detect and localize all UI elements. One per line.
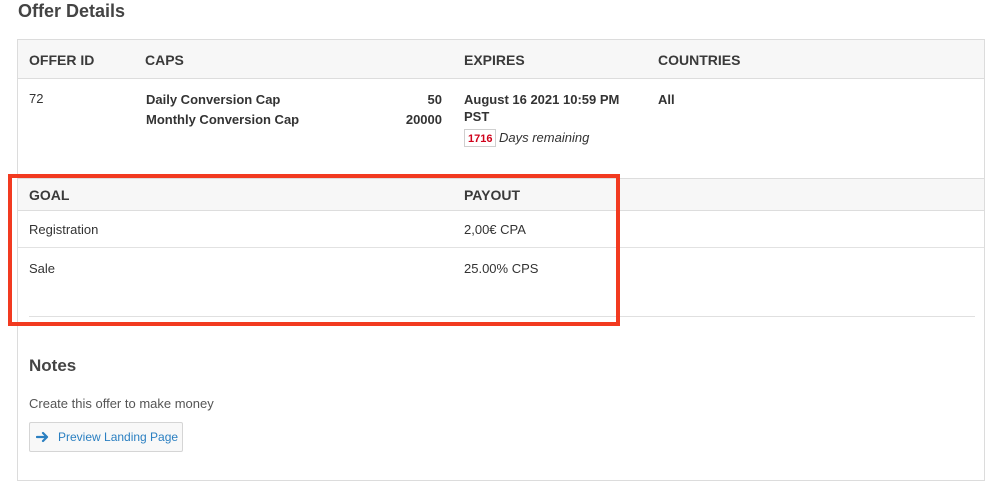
countries-value: All	[658, 92, 675, 107]
preview-landing-page-label: Preview Landing Page	[58, 430, 179, 444]
section-divider	[29, 316, 975, 317]
daily-cap-value: 50	[427, 92, 442, 107]
expires-timezone: PST	[464, 109, 490, 124]
offer-id-value: 72	[29, 91, 44, 106]
notes-title: Notes	[29, 356, 77, 375]
column-header-payout: PAYOUT	[464, 187, 521, 203]
payout-registration: 2,00€ CPA	[464, 222, 526, 237]
daily-cap-label: Daily Conversion Cap	[146, 92, 281, 107]
goal-registration: Registration	[29, 222, 99, 237]
days-remaining-label: Days remaining	[499, 130, 590, 145]
column-header-caps: CAPS	[145, 52, 184, 68]
monthly-cap-label: Monthly Conversion Cap	[146, 112, 300, 127]
offer-details-panel: OFFER ID CAPS EXPIRES COUNTRIES 72 Daily…	[17, 39, 985, 481]
column-header-countries: COUNTRIES	[658, 52, 741, 68]
payout-sale: 25.00% CPS	[464, 261, 539, 276]
payout-table-header: GOAL PAYOUT	[18, 178, 984, 211]
row-separator	[18, 247, 984, 248]
preview-landing-page-button[interactable]: Preview Landing Page	[29, 422, 183, 452]
expires-date: August 16 2021 10:59 PM	[464, 92, 620, 107]
goal-sale: Sale	[29, 261, 56, 276]
column-header-goal: GOAL	[29, 187, 70, 203]
arrow-right-icon	[36, 431, 49, 443]
column-header-offer-id: OFFER ID	[29, 52, 95, 68]
column-header-expires: EXPIRES	[464, 52, 525, 68]
notes-text: Create this offer to make money	[29, 396, 214, 411]
page-title: Offer Details	[18, 1, 126, 21]
monthly-cap-value: 20000	[405, 112, 442, 127]
days-remaining-badge: 1716	[464, 129, 497, 147]
offer-table-header: OFFER ID CAPS EXPIRES COUNTRIES	[18, 40, 984, 79]
